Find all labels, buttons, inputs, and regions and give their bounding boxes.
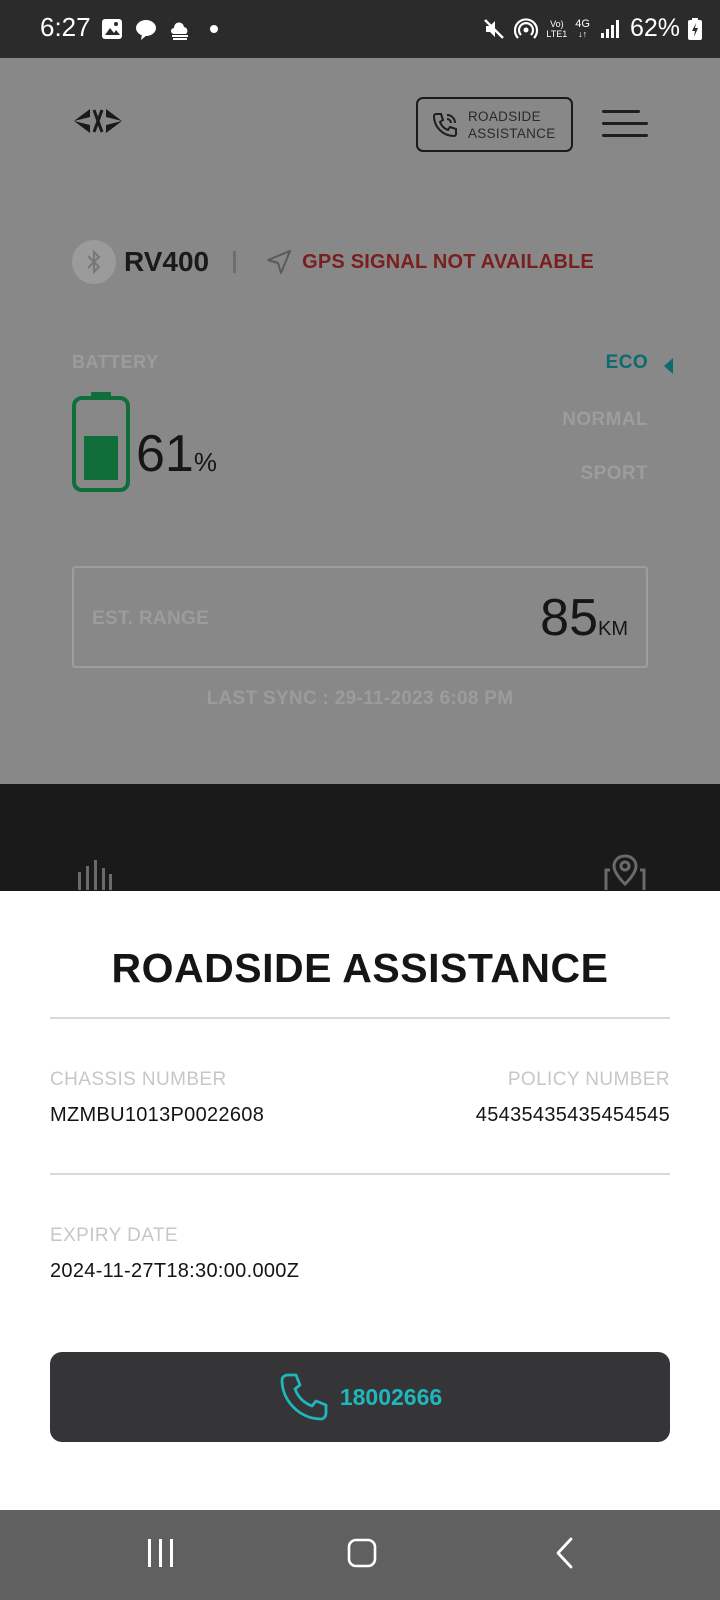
dashboard: ROADSIDE ASSISTANCE RV400 GPS SIGNAL NOT… [0,58,720,784]
map-pin-icon[interactable] [604,852,646,891]
mode-sport[interactable]: SPORT [581,463,648,485]
range-value: 85KM [540,588,628,648]
brand-logo [74,109,122,133]
battery-level-icon [72,392,130,492]
expiry-label: EXPIRY DATE [50,1225,178,1246]
phone-icon [280,1373,328,1421]
roadside-assistance-button[interactable]: ROADSIDE ASSISTANCE [416,97,573,152]
roadside-button-line2: ASSISTANCE [468,125,556,141]
gps-arrow-icon [267,250,292,274]
expiry-value: 2024-11-27T18:30:00.000Z [50,1260,300,1282]
mute-icon [484,18,505,39]
battery-label: BATTERY [72,352,159,372]
recents-icon[interactable] [146,1535,176,1571]
dot-icon [210,25,218,33]
roadside-assistance-sheet: ROADSIDE ASSISTANCE CHASSIS NUMBER MZMBU… [0,891,720,1510]
volte-label: Vo) [550,18,564,29]
gallery-icon [102,19,122,39]
battery-unit: % [193,447,217,477]
divider [50,1173,670,1175]
policy-value: 45435435435454545 [475,1104,670,1126]
mode-selected-arrow-icon [664,358,673,374]
vehicle-name: RV400 [124,246,210,277]
chat-icon [136,20,156,40]
sheet-title: ROADSIDE ASSISTANCE [111,945,609,991]
status-time: 6:27 [40,12,91,42]
call-button[interactable]: 18002666 [50,1352,670,1442]
phone-icon [432,112,457,137]
battery-percent: 62% [629,14,680,42]
chassis-label: CHASSIS NUMBER [50,1069,227,1090]
back-icon[interactable] [552,1535,578,1571]
hotspot-icon [514,17,539,39]
mode-eco[interactable]: ECO [606,352,648,374]
battery-value: 61% [136,424,217,484]
bottom-nav [0,784,720,891]
status-bar: 6:27 Vo) LTE1 4G ↓↑ 62% [0,0,720,58]
battery-number: 61 [136,425,194,483]
signal-icon [600,19,619,38]
last-sync: LAST SYNC : 29-11-2023 6:08 PM [206,688,514,709]
call-number: 18002666 [339,1383,443,1410]
range-unit: KM [598,618,628,640]
cloud-icon [171,22,188,40]
divider [50,1017,670,1019]
menu-icon[interactable] [602,110,648,140]
data-arrows-icon: ↓↑ [578,28,588,39]
system-nav-bar [0,1510,720,1600]
gps-status: GPS SIGNAL NOT AVAILABLE [302,250,594,273]
stats-icon[interactable] [78,860,112,890]
divider [233,251,237,273]
roadside-button-line1: ROADSIDE [468,108,541,124]
network-type-label: 4G [575,17,590,30]
home-icon[interactable] [346,1535,378,1571]
lte-label: LTE1 [546,28,568,39]
vehicle-status-row: RV400 GPS SIGNAL NOT AVAILABLE [72,240,594,284]
range-number: 85 [540,589,598,647]
chassis-value: MZMBU1013P0022608 [50,1104,265,1126]
bluetooth-icon[interactable] [72,240,116,284]
battery-charging-icon [688,17,702,40]
mode-normal[interactable]: NORMAL [562,409,648,431]
policy-label: POLICY NUMBER [507,1069,670,1090]
range-label: EST. RANGE [92,608,210,629]
range-card: EST. RANGE 85KM [72,566,648,668]
